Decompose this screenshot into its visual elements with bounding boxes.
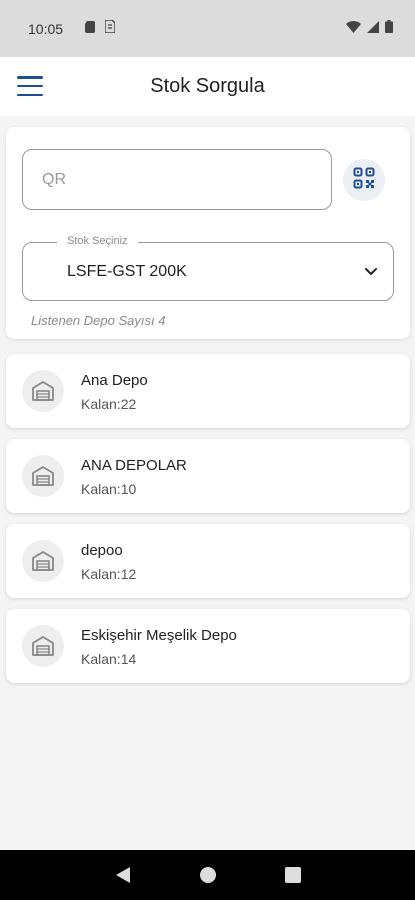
warehouse-icon [22,540,64,582]
depot-remaining: Kalan:10 [81,481,137,497]
list-item[interactable]: Ana Depo Kalan:22 [6,354,410,428]
warehouse-icon [22,625,64,667]
sim-icon [104,18,116,38]
chevron-down-icon [363,263,379,284]
status-time: 10:05 [28,20,64,37]
stock-select-value: LSFE-GST 200K [67,263,187,280]
depot-count-text: Listenen Depo Sayısı 4 [31,313,166,328]
home-icon[interactable] [196,863,220,887]
qr-scan-button[interactable] [343,159,385,201]
app-bar: Stok Sorgula [0,57,415,116]
warehouse-icon [22,370,64,412]
depot-list: Ana Depo Kalan:22 ANA DEPOLAR Kalan:10 d… [6,354,410,694]
qr-input[interactable] [22,149,332,210]
depot-remaining: Kalan:14 [81,651,137,667]
qr-code-scan-icon [353,167,375,194]
stock-search-card: Stok Seçiniz LSFE-GST 200K Listenen Depo… [6,127,410,339]
back-icon[interactable] [111,863,135,887]
warehouse-icon [22,455,64,497]
stock-select-label: Stok Seçiniz [57,235,138,247]
depot-remaining: Kalan:12 [81,566,137,582]
page-title: Stok Sorgula [150,75,265,97]
depot-name: Ana Depo [81,372,148,389]
sd-card-icon [85,20,96,38]
depot-name: depoo [81,542,123,559]
depot-remaining: Kalan:22 [81,396,137,412]
status-left: 10:05 [28,18,116,38]
depot-name: Eskişehir Meşelik Depo [81,627,237,644]
status-right [346,19,393,38]
list-item[interactable]: depoo Kalan:12 [6,524,410,598]
battery-icon [385,19,393,38]
depot-name: ANA DEPOLAR [81,457,187,474]
signal-icon [367,20,379,38]
wifi-icon [346,20,361,38]
list-item[interactable]: ANA DEPOLAR Kalan:10 [6,439,410,513]
hamburger-menu-icon[interactable] [17,76,43,96]
recents-icon[interactable] [281,863,305,887]
stock-select[interactable]: Stok Seçiniz LSFE-GST 200K [22,235,394,301]
list-item[interactable]: Eskişehir Meşelik Depo Kalan:14 [6,609,410,683]
system-nav-bar [0,850,415,900]
status-bar: 10:05 [0,0,415,57]
